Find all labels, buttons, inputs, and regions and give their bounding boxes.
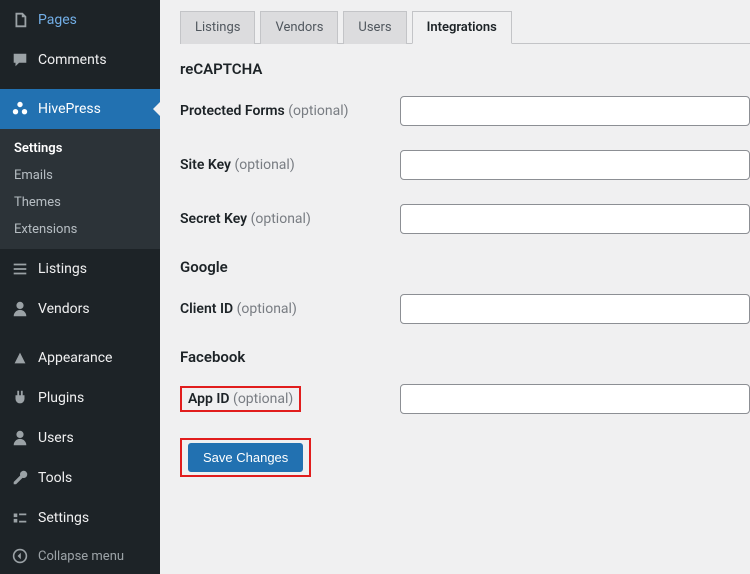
sidebar-item-vendors[interactable]: Vendors — [0, 289, 160, 329]
comments-icon — [10, 50, 30, 70]
field-app-id: App ID (optional) — [180, 384, 750, 414]
highlight-box: Save Changes — [180, 438, 311, 477]
sidebar-item-label: Settings — [38, 510, 89, 526]
tab-integrations[interactable]: Integrations — [412, 11, 512, 44]
sidebar-item-label: Tools — [38, 470, 72, 486]
field-client-id: Client ID (optional) — [180, 294, 750, 324]
sidebar-item-appearance[interactable]: Appearance — [0, 338, 160, 378]
sidebar-item-label: Users — [38, 430, 74, 446]
sidebar-item-listings[interactable]: Listings — [0, 249, 160, 289]
sidebar-item-comments[interactable]: Comments — [0, 40, 160, 80]
users-icon — [10, 428, 30, 448]
sidebar-item-label: HivePress — [38, 101, 101, 117]
sidebar-item-label: Comments — [38, 52, 107, 68]
sidebar-item-pages[interactable]: Pages — [0, 0, 160, 40]
submenu-item-extensions[interactable]: Extensions — [0, 216, 160, 243]
submenu-item-themes[interactable]: Themes — [0, 189, 160, 216]
client-id-input[interactable] — [400, 294, 750, 324]
site-key-input[interactable] — [400, 150, 750, 180]
field-site-key: Site Key (optional) — [180, 150, 750, 180]
field-secret-key: Secret Key (optional) — [180, 204, 750, 234]
field-label: Client ID (optional) — [180, 301, 400, 317]
listings-icon — [10, 259, 30, 279]
field-label: Site Key (optional) — [180, 157, 400, 173]
submenu-item-emails[interactable]: Emails — [0, 162, 160, 189]
sidebar-item-plugins[interactable]: Plugins — [0, 378, 160, 418]
main-content: Listings Vendors Users Integrations reCA… — [160, 0, 750, 574]
sidebar-item-label: Appearance — [38, 350, 112, 366]
section-facebook: Facebook — [180, 348, 750, 366]
field-protected-forms: Protected Forms (optional) — [180, 96, 750, 126]
section-google: Google — [180, 258, 750, 276]
tab-listings[interactable]: Listings — [180, 11, 255, 44]
protected-forms-input[interactable] — [400, 96, 750, 126]
tab-users[interactable]: Users — [343, 11, 406, 44]
sidebar-item-label: Listings — [38, 261, 87, 277]
secret-key-input[interactable] — [400, 204, 750, 234]
field-label: App ID (optional) — [180, 386, 400, 412]
settings-tabs: Listings Vendors Users Integrations — [180, 10, 750, 44]
sidebar-item-label: Vendors — [38, 301, 90, 317]
settings-icon — [10, 508, 30, 528]
sidebar-item-label: Plugins — [38, 390, 84, 406]
sidebar-item-users[interactable]: Users — [0, 418, 160, 458]
tab-vendors[interactable]: Vendors — [260, 11, 338, 44]
sidebar-item-label: Pages — [38, 12, 77, 28]
highlight-box: App ID (optional) — [180, 386, 301, 412]
appearance-icon — [10, 348, 30, 368]
save-changes-button[interactable]: Save Changes — [188, 443, 303, 472]
section-recaptcha: reCAPTCHA — [180, 60, 750, 78]
vendors-icon — [10, 299, 30, 319]
field-label: Secret Key (optional) — [180, 211, 400, 227]
admin-sidebar: Pages Comments HivePress Settings Emails… — [0, 0, 160, 574]
app-id-input[interactable] — [400, 384, 750, 414]
sidebar-item-tools[interactable]: Tools — [0, 458, 160, 498]
sidebar-item-settings[interactable]: Settings — [0, 498, 160, 538]
sidebar-item-hivepress[interactable]: HivePress — [0, 89, 160, 129]
collapse-icon — [10, 546, 30, 566]
tools-icon — [10, 468, 30, 488]
plugins-icon — [10, 388, 30, 408]
submenu-item-settings[interactable]: Settings — [0, 135, 160, 162]
hivepress-submenu: Settings Emails Themes Extensions — [0, 129, 160, 249]
field-label: Protected Forms (optional) — [180, 103, 400, 119]
pages-icon — [10, 10, 30, 30]
collapse-menu-button[interactable]: Collapse menu — [0, 538, 160, 574]
save-row: Save Changes — [180, 438, 750, 477]
hivepress-icon — [10, 99, 30, 119]
collapse-label: Collapse menu — [38, 549, 124, 564]
